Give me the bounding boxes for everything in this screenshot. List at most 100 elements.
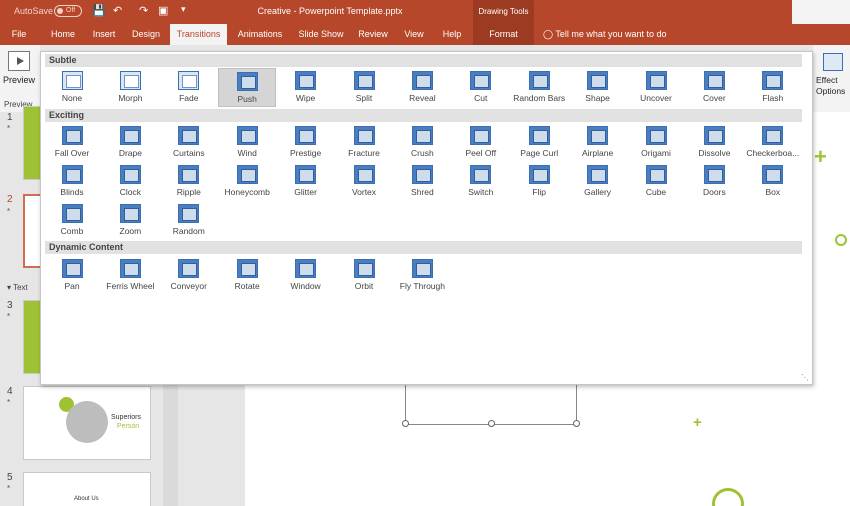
preview-button-label[interactable]: Preview <box>3 75 35 85</box>
transition-vortex[interactable]: Vortex <box>335 162 393 201</box>
category-subtle: Subtle <box>45 54 802 67</box>
transition-random-bars[interactable]: Random Bars <box>510 68 568 107</box>
transition-morph[interactable]: Morph <box>101 68 159 107</box>
transition-label: Random Bars <box>513 93 566 103</box>
slide-thumbnail-5[interactable]: About Us <box>23 472 151 506</box>
transition-page-curl[interactable]: Page Curl <box>510 123 568 162</box>
transition-cover[interactable]: Cover <box>685 68 743 107</box>
transition-prestige[interactable]: Prestige <box>277 123 335 162</box>
customize-qat-icon[interactable]: ▾ <box>181 4 186 15</box>
transition-label: Rotate <box>234 281 260 291</box>
transition-crush[interactable]: Crush <box>393 123 451 162</box>
transition-clock[interactable]: Clock <box>101 162 159 201</box>
transition-switch[interactable]: Switch <box>452 162 510 201</box>
preview-icon[interactable] <box>8 51 30 71</box>
transition-checkerboa[interactable]: Checkerboa... <box>744 123 802 162</box>
transition-box[interactable]: Box <box>744 162 802 201</box>
tell-me-box[interactable]: ◯ Tell me what you want to do <box>543 24 666 45</box>
transition-split[interactable]: Split <box>335 68 393 107</box>
transition-box-icon <box>762 165 784 184</box>
transition-fall-over[interactable]: Fall Over <box>43 123 101 162</box>
transition-star-icon: * <box>7 312 11 321</box>
transition-glitter[interactable]: Glitter <box>277 162 335 201</box>
transition-honeycomb[interactable]: Honeycomb <box>218 162 276 201</box>
transition-conveyor[interactable]: Conveyor <box>160 256 218 295</box>
effect-options-label[interactable]: Effect Options <box>816 75 850 97</box>
redo-icon[interactable]: ↷ <box>139 4 148 17</box>
tab-help[interactable]: Help <box>437 24 467 45</box>
window-controls-area <box>792 0 850 24</box>
transition-fade[interactable]: Fade <box>160 68 218 107</box>
start-from-beginning-icon[interactable]: ▣ <box>158 4 168 17</box>
tab-design[interactable]: Design <box>127 24 165 45</box>
transition-honeycomb-icon <box>236 165 258 184</box>
resize-handle[interactable] <box>488 420 495 427</box>
transition-shred[interactable]: Shred <box>393 162 451 201</box>
transition-cut[interactable]: Cut <box>452 68 510 107</box>
transition-flip[interactable]: Flip <box>510 162 568 201</box>
transition-none[interactable]: None <box>43 68 101 107</box>
effect-options-icon[interactable] <box>823 53 843 71</box>
transition-fly-through[interactable]: Fly Through <box>393 256 451 295</box>
transition-origami-icon <box>645 126 667 145</box>
tab-transitions[interactable]: Transitions <box>170 24 227 45</box>
save-icon[interactable]: 💾 <box>92 4 106 17</box>
title-bar: AutoSave Off 💾 ↶ ↷ ▣ ▾ Creative - Powerp… <box>0 0 850 24</box>
transition-airplane[interactable]: Airplane <box>569 123 627 162</box>
autosave-toggle[interactable]: Off <box>54 5 82 17</box>
transition-star-icon: * <box>7 124 11 133</box>
transition-gallery[interactable]: Gallery <box>569 162 627 201</box>
transition-drape-icon <box>119 126 141 145</box>
tab-review[interactable]: Review <box>355 24 391 45</box>
transition-blinds[interactable]: Blinds <box>43 162 101 201</box>
slide-number: 1 <box>7 112 13 123</box>
tab-view[interactable]: View <box>399 24 429 45</box>
transition-ferris-wheel[interactable]: Ferris Wheel <box>101 256 159 295</box>
transition-origami[interactable]: Origami <box>627 123 685 162</box>
transition-wipe[interactable]: Wipe <box>277 68 335 107</box>
ring-decoration <box>835 234 847 246</box>
transition-cube[interactable]: Cube <box>627 162 685 201</box>
transition-comb[interactable]: Comb <box>43 201 101 240</box>
tab-format[interactable]: Format <box>473 24 534 45</box>
transition-shred-icon <box>411 165 433 184</box>
undo-icon[interactable]: ↶ <box>113 4 122 17</box>
transition-flash[interactable]: Flash <box>744 68 802 107</box>
tab-home[interactable]: Home <box>44 24 82 45</box>
transition-label: Switch <box>468 187 494 197</box>
tab-animations[interactable]: Animations <box>233 24 287 45</box>
transition-pan[interactable]: Pan <box>43 256 101 295</box>
transition-label: Wipe <box>295 93 316 103</box>
transition-label: Origami <box>641 148 671 158</box>
transition-random[interactable]: Random <box>160 201 218 240</box>
transition-ripple[interactable]: Ripple <box>160 162 218 201</box>
transition-window[interactable]: Window <box>277 256 335 295</box>
tell-me-text: Tell me what you want to do <box>555 29 667 39</box>
tab-slide-show[interactable]: Slide Show <box>294 24 348 45</box>
resize-handle[interactable] <box>402 420 409 427</box>
transition-orbit[interactable]: Orbit <box>335 256 393 295</box>
transition-peel-off[interactable]: Peel Off <box>452 123 510 162</box>
tab-file[interactable]: File <box>6 24 32 45</box>
transition-label: Split <box>355 93 373 103</box>
transition-curtains[interactable]: Curtains <box>160 123 218 162</box>
tab-insert[interactable]: Insert <box>88 24 120 45</box>
transition-fracture[interactable]: Fracture <box>335 123 393 162</box>
slide-thumbnail-4[interactable]: Superiors Person <box>23 386 151 460</box>
transition-uncover[interactable]: Uncover <box>627 68 685 107</box>
transition-push[interactable]: Push <box>218 68 277 107</box>
resize-handle[interactable] <box>573 420 580 427</box>
transition-label: Flash <box>762 93 784 103</box>
transition-wind[interactable]: Wind <box>218 123 276 162</box>
ring-decoration <box>712 488 744 506</box>
transition-doors[interactable]: Doors <box>685 162 743 201</box>
transition-rotate[interactable]: Rotate <box>218 256 276 295</box>
transition-drape[interactable]: Drape <box>101 123 159 162</box>
transition-label: Cut <box>474 93 488 103</box>
transition-dissolve[interactable]: Dissolve <box>685 123 743 162</box>
gallery-resize-grip[interactable]: ⋱ <box>801 373 809 382</box>
transition-label: Uncover <box>640 93 672 103</box>
transition-zoom[interactable]: Zoom <box>101 201 159 240</box>
transition-shape[interactable]: Shape <box>569 68 627 107</box>
transition-reveal[interactable]: Reveal <box>393 68 451 107</box>
